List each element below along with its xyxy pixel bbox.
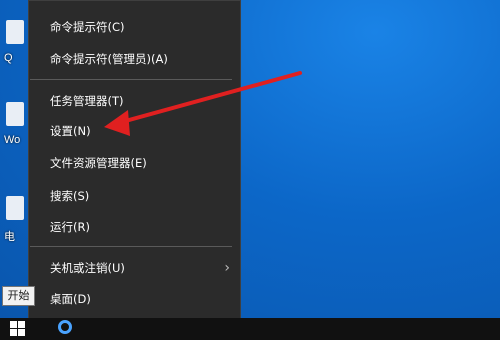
- start-tooltip: 开始: [2, 286, 35, 306]
- menu-item-task-manager[interactable]: 任务管理器(T): [29, 87, 240, 115]
- menu-item-settings[interactable]: 设置(N): [29, 117, 240, 145]
- menu-separator: [30, 246, 232, 247]
- chevron-right-icon: ›: [224, 260, 230, 276]
- windows-logo-icon: [10, 321, 25, 336]
- menu-item-run[interactable]: 运行(R): [29, 213, 240, 241]
- taskbar: [0, 318, 500, 340]
- desktop-icon-label: Wo: [4, 134, 21, 146]
- qq-icon: [6, 20, 24, 44]
- desktop-icon-computer[interactable]: 电: [0, 190, 30, 250]
- menu-item-shutdown-signout[interactable]: 关机或注销(U) ›: [29, 254, 240, 282]
- menu-separator: [30, 79, 232, 80]
- menu-item-label: 关机或注销(U): [50, 261, 125, 275]
- menu-item-command-prompt-admin[interactable]: 命令提示符(管理员)(A): [29, 45, 240, 73]
- desktop-icon-qq[interactable]: Q: [0, 14, 30, 74]
- power-user-menu: 命令提示符(C) 命令提示符(管理员)(A) 任务管理器(T) 设置(N) 文件…: [28, 0, 241, 322]
- app-icon: [58, 320, 72, 334]
- menu-item-command-prompt[interactable]: 命令提示符(C): [29, 13, 240, 41]
- desktop-icon-label: 电: [4, 231, 15, 243]
- menu-item-partial-hidden[interactable]: [29, 1, 240, 7]
- start-button[interactable]: [0, 318, 36, 340]
- taskbar-app-button[interactable]: [52, 318, 82, 340]
- menu-item-desktop[interactable]: 桌面(D): [29, 285, 240, 313]
- computer-icon: [6, 196, 24, 220]
- menu-item-search[interactable]: 搜索(S): [29, 182, 240, 210]
- desktop-icon-label: Q: [4, 52, 13, 64]
- word-icon: [6, 102, 24, 126]
- desktop-icon-word[interactable]: Wo: [0, 96, 30, 156]
- menu-item-file-explorer[interactable]: 文件资源管理器(E): [29, 149, 240, 177]
